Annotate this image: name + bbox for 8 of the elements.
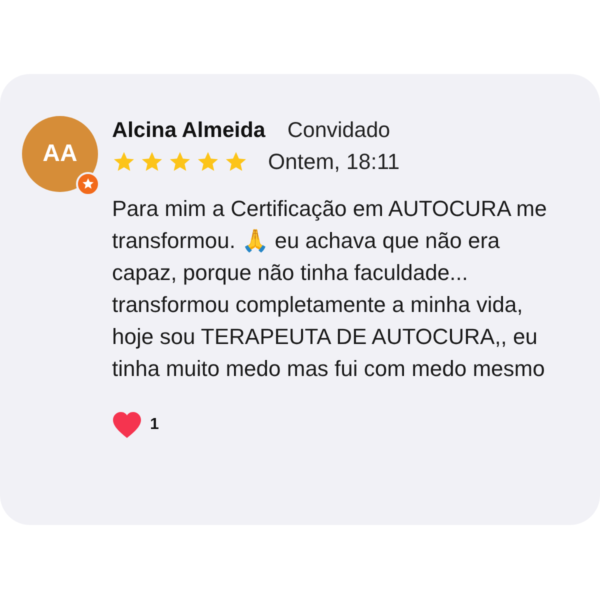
author-name: Alcina Almeida (112, 118, 266, 143)
author-role: Convidado (287, 118, 390, 143)
heart-icon[interactable] (112, 411, 142, 439)
avatar: AA (22, 116, 98, 192)
star-badge-icon (76, 172, 100, 196)
like-count: 1 (150, 416, 159, 434)
review-text: Para mim a Certificação em AUTOCURA me transformou. 🙏 eu achava que não era capaz, porque não tinha faculdade... transformou completamente a minha vida, hoje sou TERAPEUTA DE AUTOCURA,, eu tinha muito medo mas fui com medo mesmo (112, 195, 548, 383)
review-date: Ontem, 18:11 (268, 149, 400, 175)
